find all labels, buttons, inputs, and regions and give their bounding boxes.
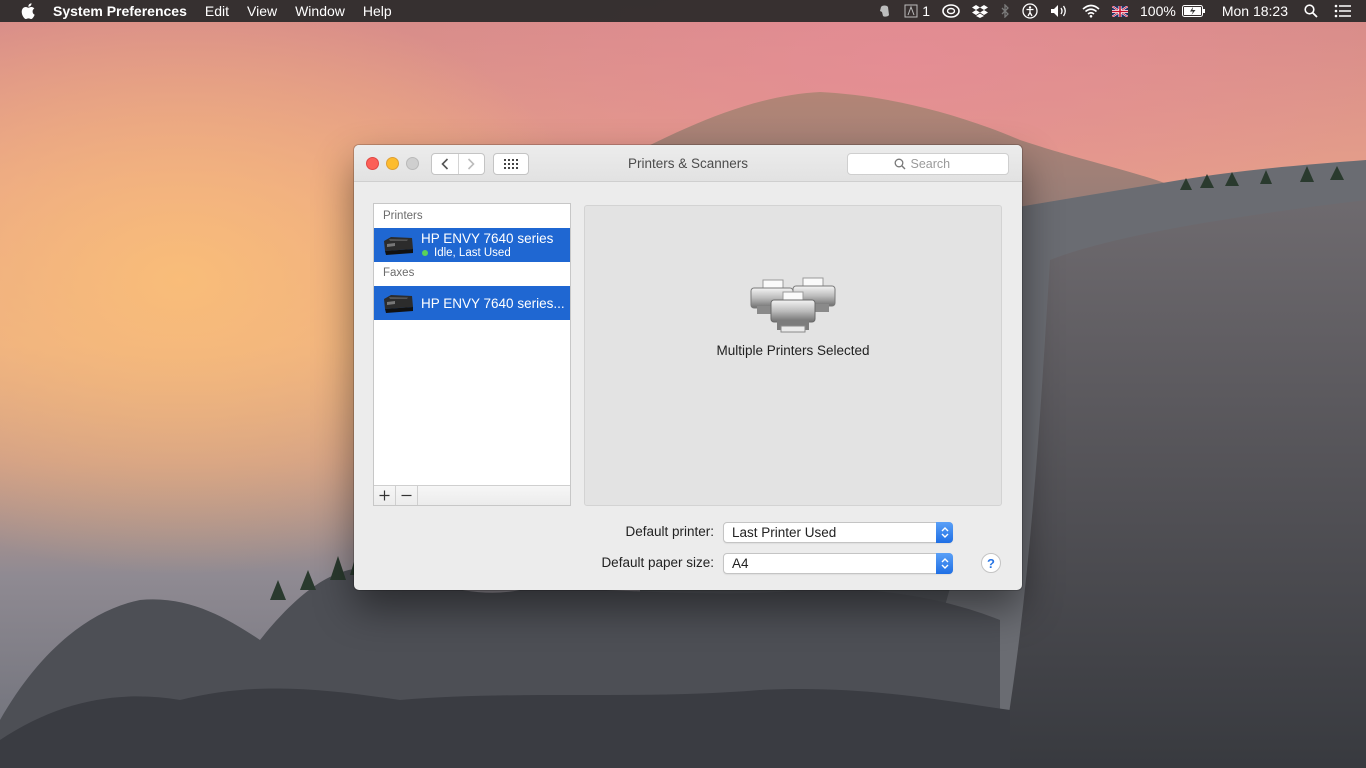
menu-edit[interactable]: Edit [196,0,238,22]
printer-list: Printers HP ENVY 7640 series Idle, Last … [373,203,571,506]
printer-status-text: Idle, Last Used [434,247,511,259]
updown-arrows-icon [936,553,953,574]
show-all-button[interactable] [493,153,529,175]
spotlight-search-icon[interactable] [1298,0,1324,22]
volume-icon[interactable] [1044,0,1076,22]
default-printer-select[interactable]: Last Printer Used [723,522,953,543]
status-menus: 1 100% Mon 18:23 [872,0,1366,22]
back-button[interactable] [432,154,458,174]
multiple-selection-label: Multiple Printers Selected [716,343,870,358]
navigation-buttons [431,153,485,175]
evernote-icon[interactable] [872,0,898,22]
default-printer-value: Last Printer Used [732,525,837,540]
bluetooth-icon[interactable] [994,0,1016,22]
input-source-flag-icon[interactable] [1106,0,1134,22]
multiple-printers-icon [750,277,836,333]
default-paper-size-value: A4 [732,556,749,571]
fax-thumbnail-icon [384,295,413,313]
plus-icon [379,490,390,501]
menu-window[interactable]: Window [286,0,354,22]
printers-scanners-window: Printers & Scanners Printers HP ENVY 764… [354,145,1022,590]
app-menu[interactable]: System Preferences [44,0,196,22]
close-button[interactable] [366,157,379,170]
printers-section-header: Printers [383,210,423,222]
search-field[interactable] [847,153,1009,175]
zoom-button[interactable] [406,157,419,170]
list-footer [374,485,570,505]
notification-center-icon[interactable] [1324,0,1366,22]
clock[interactable]: Mon 18:23 [1212,0,1298,22]
status-dot-icon [422,250,428,256]
remove-printer-button[interactable] [396,486,418,505]
search-icon [894,158,905,170]
printer-name: HP ENVY 7640 series [421,231,554,246]
printer-thumbnail-icon [384,237,413,255]
printer-list-item[interactable]: HP ENVY 7640 series Idle, Last Used [374,228,570,262]
menu-bar: System Preferences Edit View Window Help… [0,0,1366,22]
search-input[interactable] [910,157,963,171]
updown-arrows-icon [936,522,953,543]
help-button[interactable]: ? [981,553,1001,573]
fax-list-item[interactable]: HP ENVY 7640 series... [374,286,570,320]
grid-icon [504,159,518,169]
default-printer-label: Default printer: [625,524,714,539]
dropbox-icon[interactable] [966,0,994,22]
accessibility-icon[interactable] [1016,0,1044,22]
battery-percent[interactable]: 100% [1134,0,1182,22]
faxes-section-header: Faxes [383,267,415,279]
minus-icon [401,494,412,497]
printer-detail-panel: Multiple Printers Selected [584,205,1002,506]
wifi-icon[interactable] [1076,0,1106,22]
text-input-count: 1 [922,3,931,19]
menu-view[interactable]: View [238,0,286,22]
chevron-right-icon [468,158,476,170]
default-paper-size-select[interactable]: A4 [723,553,953,574]
window-title: Printers & Scanners [627,156,749,171]
minimize-button[interactable] [386,157,399,170]
add-printer-button[interactable] [374,486,396,505]
chevron-left-icon [441,158,449,170]
creative-cloud-icon[interactable] [936,0,966,22]
forward-button[interactable] [457,154,484,174]
text-input-icon[interactable]: 1 [898,0,936,22]
apple-menu-icon[interactable] [18,3,38,19]
default-paper-size-label: Default paper size: [601,555,714,570]
fax-name: HP ENVY 7640 series... [421,295,565,311]
window-titlebar[interactable]: Printers & Scanners [354,145,1022,182]
menu-help[interactable]: Help [354,0,401,22]
printer-status: Idle, Last Used [421,247,569,259]
battery-charging-icon[interactable] [1181,0,1212,22]
